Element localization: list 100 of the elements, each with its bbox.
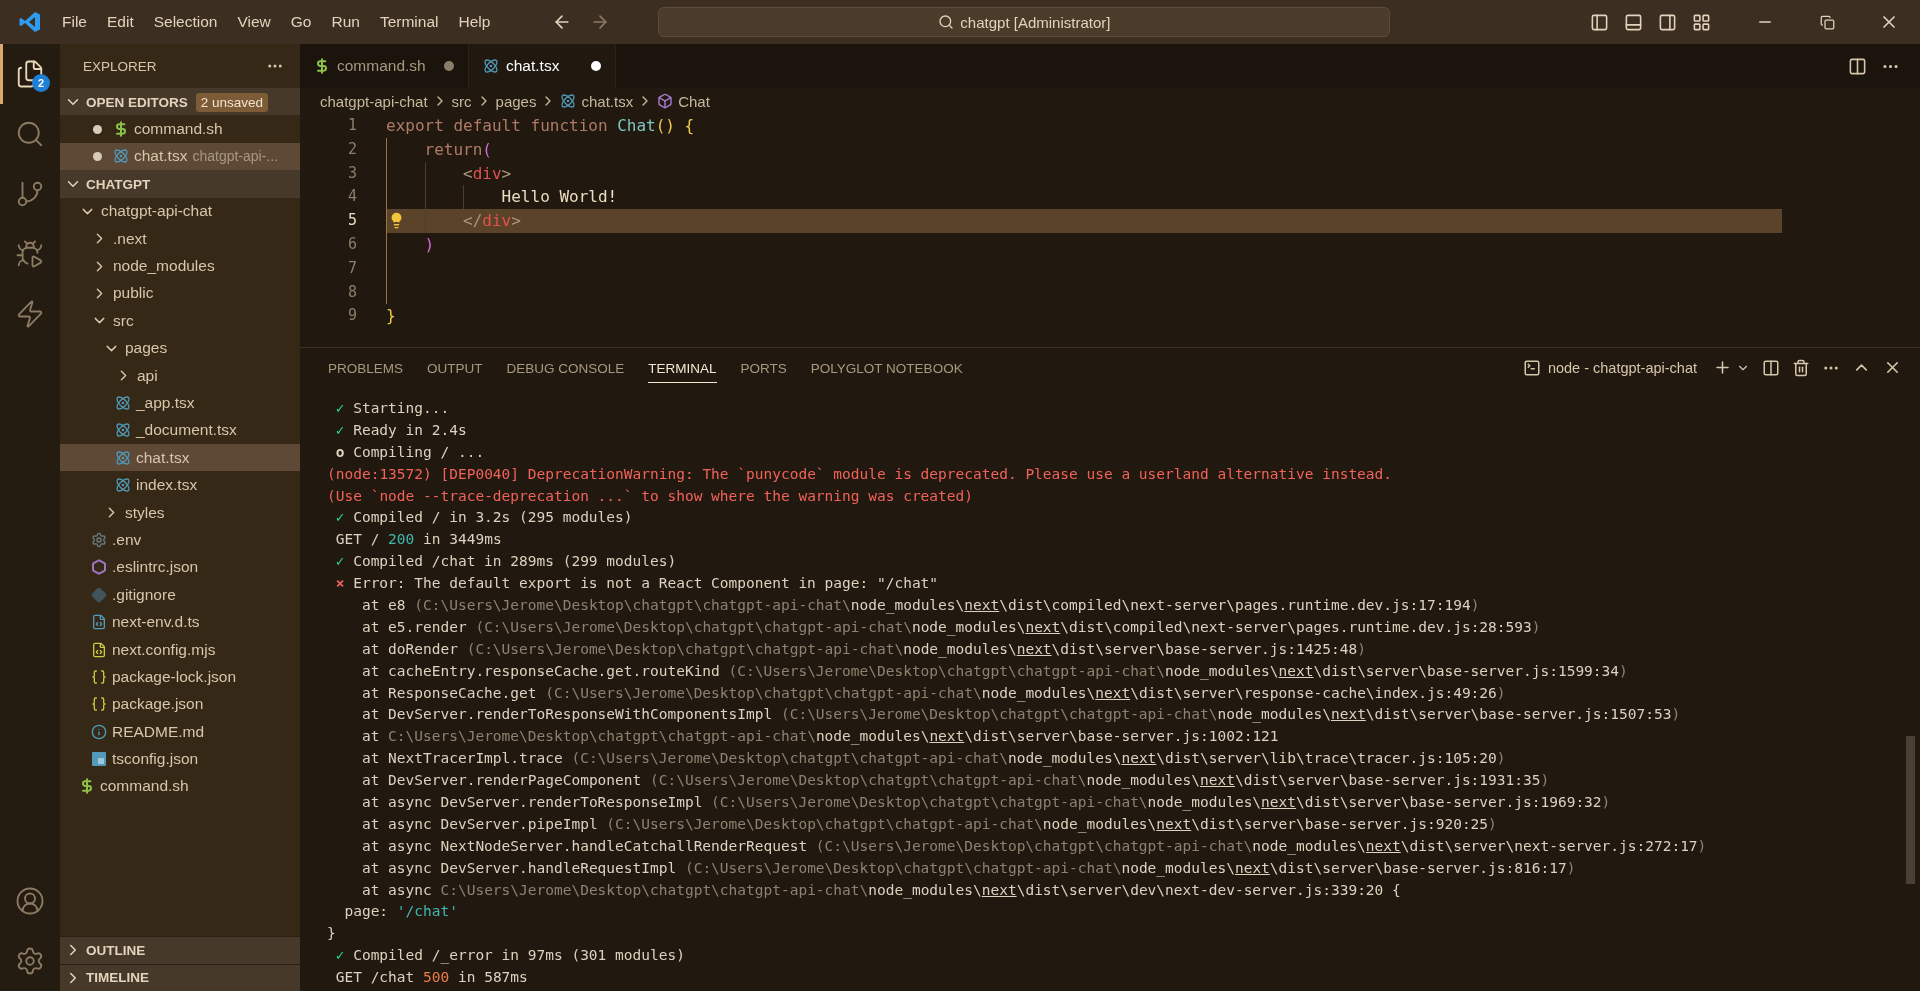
section-header[interactable]: OUTLINE (60, 936, 300, 964)
panel-tab[interactable]: PORTS (740, 352, 787, 383)
tree-item[interactable]: chatgpt-api-chat (60, 197, 300, 225)
command-center[interactable]: chatgpt [Administrator] (658, 7, 1391, 37)
tree-item[interactable]: _document.tsx (60, 416, 300, 445)
settings-icon[interactable] (15, 946, 45, 976)
panel-tab[interactable]: POLYGLOT NOTEBOOK (810, 352, 963, 383)
line-number: 5 (346, 210, 357, 232)
terminal-line: ✓ Compiled /chat in 289ms (299 modules) (335, 553, 677, 570)
terminal-link[interactable]: next (1200, 772, 1235, 789)
menu-item[interactable]: View (227, 8, 281, 36)
tree-item[interactable]: .gitignore (60, 581, 300, 609)
toggle-sidebar-icon[interactable] (1589, 12, 1609, 32)
tree-item[interactable]: next-env.d.ts (60, 608, 300, 636)
breadcrumb-item[interactable]: chatgpt-api-chat (320, 92, 428, 110)
terminal-link[interactable]: next (1365, 837, 1401, 854)
breadcrumb-item[interactable]: pages (495, 92, 537, 110)
tree-item[interactable]: .env (60, 526, 300, 554)
count-badge: 2 (32, 74, 50, 92)
terminal-line: at C:\Users\Jerome\Desktop\chatgpt\chatgpt-api-chat\node_modules\next\dist\server\base-server.js:1002:121 (361, 728, 1279, 745)
restore-icon[interactable] (1819, 14, 1835, 30)
tree-item[interactable]: .eslintrc.json (60, 553, 300, 582)
breadcrumb-item[interactable]: Chat (678, 92, 710, 110)
section-header[interactable]: OPEN EDITORS 2 unsaved (60, 88, 300, 116)
terminal-link[interactable]: next (1234, 859, 1270, 876)
tree-item[interactable]: _app.tsx (60, 389, 300, 417)
tree-item[interactable]: README.md (60, 718, 300, 746)
tree-item[interactable]: package.json (60, 690, 300, 718)
terminal-selector[interactable]: node - chatgpt-api-chat (1547, 359, 1697, 376)
toggle-panel-icon[interactable] (1623, 12, 1643, 32)
terminal-link[interactable]: next (1156, 815, 1192, 832)
bug-play-icon[interactable] (15, 239, 45, 269)
search-icon[interactable] (15, 119, 45, 149)
atom-icon (115, 477, 131, 494)
plus-icon[interactable] (1713, 358, 1732, 377)
terminal-link[interactable]: next (1025, 618, 1061, 635)
open-editor-item[interactable]: chat.tsx chatgpt-api-... (60, 142, 300, 171)
section-header[interactable]: CHATGPT (60, 170, 300, 198)
tree-item[interactable]: api (60, 361, 300, 390)
info-icon (91, 723, 107, 740)
menu-item[interactable]: Help (448, 8, 501, 36)
layout-icon[interactable] (1691, 12, 1711, 32)
menu-item[interactable]: Run (321, 8, 370, 36)
menu-item[interactable]: Terminal (369, 8, 449, 36)
tree-item[interactable]: command.sh (60, 772, 300, 801)
menu-item[interactable]: Selection (143, 8, 228, 36)
breadcrumb-item[interactable]: chat.tsx (581, 92, 634, 110)
line-number: 2 (346, 138, 357, 160)
tree-item[interactable]: chat.tsx (60, 444, 300, 472)
breadcrumb-item[interactable]: src (451, 92, 472, 110)
branch-icon[interactable] (15, 179, 45, 209)
files-icon[interactable] (15, 59, 45, 89)
tree-item[interactable]: next.config.mjs (60, 635, 300, 664)
split-editor-icon[interactable] (1848, 56, 1867, 76)
tree-item[interactable]: src (60, 307, 300, 335)
scrollbar-thumb[interactable] (1906, 736, 1915, 884)
code-line: <div> (386, 161, 1782, 186)
tree-item[interactable]: tsconfig.json (60, 745, 300, 773)
code-line: export default function Chat() { (386, 115, 696, 137)
menu-item[interactable]: Edit (97, 8, 144, 36)
terminal-line: (Use `node --trace-deprecation ...` to show where the warning was created) (327, 487, 973, 504)
cube-icon (657, 93, 674, 109)
terminal-link[interactable]: next (1278, 662, 1314, 679)
menu-item[interactable]: File (52, 8, 97, 36)
tree-item[interactable]: index.tsx (60, 471, 300, 499)
panel-tab[interactable]: TERMINAL (648, 352, 717, 383)
open-editor-item[interactable]: command.sh (60, 115, 300, 143)
tree-item[interactable]: package-lock.json (60, 663, 300, 691)
tree-item[interactable]: styles (60, 498, 300, 527)
tree-item[interactable]: public (60, 279, 300, 308)
panel-tab[interactable]: PROBLEMS (328, 352, 404, 383)
terminal-link[interactable]: next (1095, 684, 1131, 701)
tree-item[interactable]: pages (60, 334, 300, 362)
account-icon[interactable] (15, 886, 45, 916)
terminal-link[interactable]: next (981, 881, 1017, 898)
trash-icon[interactable] (1792, 358, 1810, 377)
terminal-line: page: '/chat' (344, 903, 458, 920)
editor-tab[interactable]: chat.tsx (469, 44, 616, 88)
panel-tab[interactable]: DEBUG CONSOLE (506, 352, 625, 383)
tree-item[interactable]: .next (60, 224, 300, 253)
atom-icon (483, 58, 499, 74)
search-icon (938, 14, 955, 30)
terminal-link[interactable]: next (1121, 750, 1157, 767)
panel-tab[interactable]: OUTPUT (427, 352, 483, 383)
line-number: 9 (346, 305, 357, 327)
section-header[interactable]: TIMELINE (60, 963, 300, 991)
menu-item[interactable]: Go (280, 8, 322, 36)
tree-item[interactable]: node_modules (60, 252, 300, 280)
toggle-secondary-sidebar-icon[interactable] (1657, 12, 1677, 32)
terminal-link[interactable]: next (1016, 640, 1052, 657)
terminal-link[interactable]: next (929, 728, 965, 745)
terminal-link[interactable]: next (1330, 706, 1366, 723)
split-terminal-icon[interactable] (1762, 358, 1780, 377)
lightning-icon[interactable] (15, 299, 45, 329)
terminal-line: × Error: The default export is not a React Component in page: "/chat" (335, 575, 939, 592)
file-code-icon (91, 641, 107, 658)
terminal-line: at async NextNodeServer.handleCatchallRenderRequest (C:\Users\Jerome\Desktop\chatgpt\chatgpt-api-chat\node_modules\next\dist\server\next-server.js:272:17) (361, 837, 1707, 854)
terminal-link[interactable]: next (1261, 793, 1297, 810)
terminal-link[interactable]: next (964, 596, 1000, 613)
terminal-line: ✓ Compiled /_error in 97ms (301 modules) (335, 947, 685, 964)
